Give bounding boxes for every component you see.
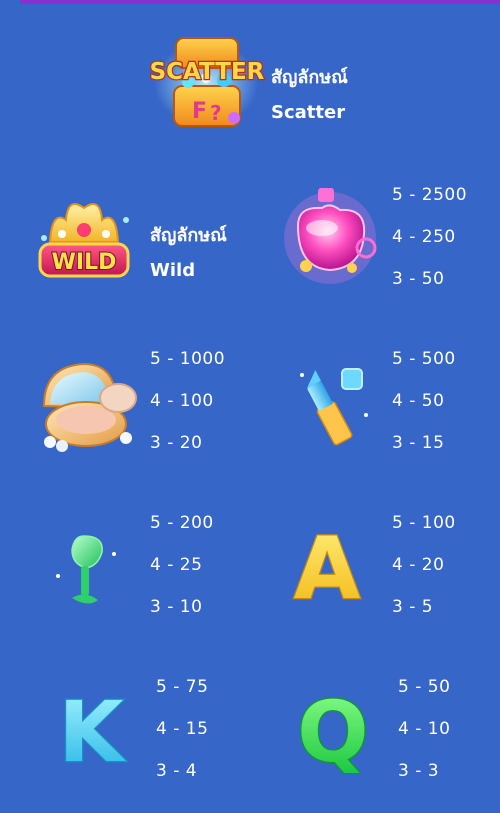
pay-3-of-kind: 3 - 3 bbox=[398, 761, 440, 781]
pay-5-of-kind: 5 - 2500 bbox=[392, 185, 468, 205]
pay-3-of-kind: 3 - 50 bbox=[392, 269, 445, 289]
pay-3-of-kind: 3 - 20 bbox=[150, 433, 203, 453]
svg-text:F: F bbox=[192, 99, 207, 124]
svg-text:?: ? bbox=[210, 101, 222, 125]
letter-a-symbol: A bbox=[288, 518, 366, 621]
pay-5-of-kind: 5 - 1000 bbox=[150, 349, 226, 369]
svg-text:SCATTER: SCATTER bbox=[150, 59, 265, 85]
top-bar bbox=[20, 0, 500, 4]
letter-k-icon: K bbox=[57, 682, 128, 783]
wild-symbol: WILD bbox=[32, 190, 136, 286]
letter-k-symbol: K bbox=[52, 682, 130, 783]
pay-4-of-kind: 4 - 20 bbox=[392, 555, 445, 575]
scatter-treasure-chest-icon: F ? SCATTER bbox=[148, 37, 266, 127]
wild-crown-icon: WILD bbox=[38, 203, 130, 278]
pay-3-of-kind: 3 - 5 bbox=[392, 597, 434, 617]
pay-4-of-kind: 4 - 25 bbox=[150, 555, 203, 575]
compact-symbol bbox=[36, 352, 142, 456]
pay-3-of-kind: 3 - 15 bbox=[392, 433, 445, 453]
pay-4-of-kind: 4 - 10 bbox=[398, 719, 451, 739]
pay-5-of-kind: 5 - 50 bbox=[398, 677, 451, 697]
perfume-bottle-icon bbox=[284, 188, 377, 284]
scatter-label-line1: สัญลักษณ์ bbox=[271, 67, 348, 88]
perfume-symbol bbox=[278, 178, 382, 288]
svg-text:K: K bbox=[58, 685, 126, 771]
pay-5-of-kind: 5 - 75 bbox=[156, 677, 209, 697]
powder-compact-icon bbox=[42, 362, 137, 452]
wild-label-line2: Wild bbox=[150, 260, 196, 281]
brush-symbol bbox=[48, 530, 124, 614]
letter-q-icon: Q bbox=[296, 682, 370, 783]
letter-a-icon: A bbox=[292, 518, 362, 621]
pay-4-of-kind: 4 - 50 bbox=[392, 391, 445, 411]
lipstick-icon bbox=[300, 368, 368, 446]
lipstick-symbol bbox=[292, 355, 374, 451]
makeup-brush-icon bbox=[56, 535, 116, 604]
pay-3-of-kind: 3 - 4 bbox=[156, 761, 198, 781]
pay-5-of-kind: 5 - 500 bbox=[392, 349, 456, 369]
pay-5-of-kind: 5 - 100 bbox=[392, 513, 456, 533]
svg-text:A: A bbox=[294, 519, 361, 608]
wild-label-line1: สัญลักษณ์ bbox=[150, 225, 227, 246]
pay-4-of-kind: 4 - 250 bbox=[392, 227, 456, 247]
pay-3-of-kind: 3 - 10 bbox=[150, 597, 203, 617]
svg-text:WILD: WILD bbox=[52, 250, 117, 275]
scatter-label-line2: Scatter bbox=[271, 102, 346, 123]
pay-5-of-kind: 5 - 200 bbox=[150, 513, 214, 533]
scatter-symbol: F ? SCATTER bbox=[148, 32, 266, 132]
letter-q-symbol: Q bbox=[292, 682, 374, 783]
pay-4-of-kind: 4 - 15 bbox=[156, 719, 209, 739]
svg-text:Q: Q bbox=[297, 685, 368, 773]
pay-4-of-kind: 4 - 100 bbox=[150, 391, 214, 411]
